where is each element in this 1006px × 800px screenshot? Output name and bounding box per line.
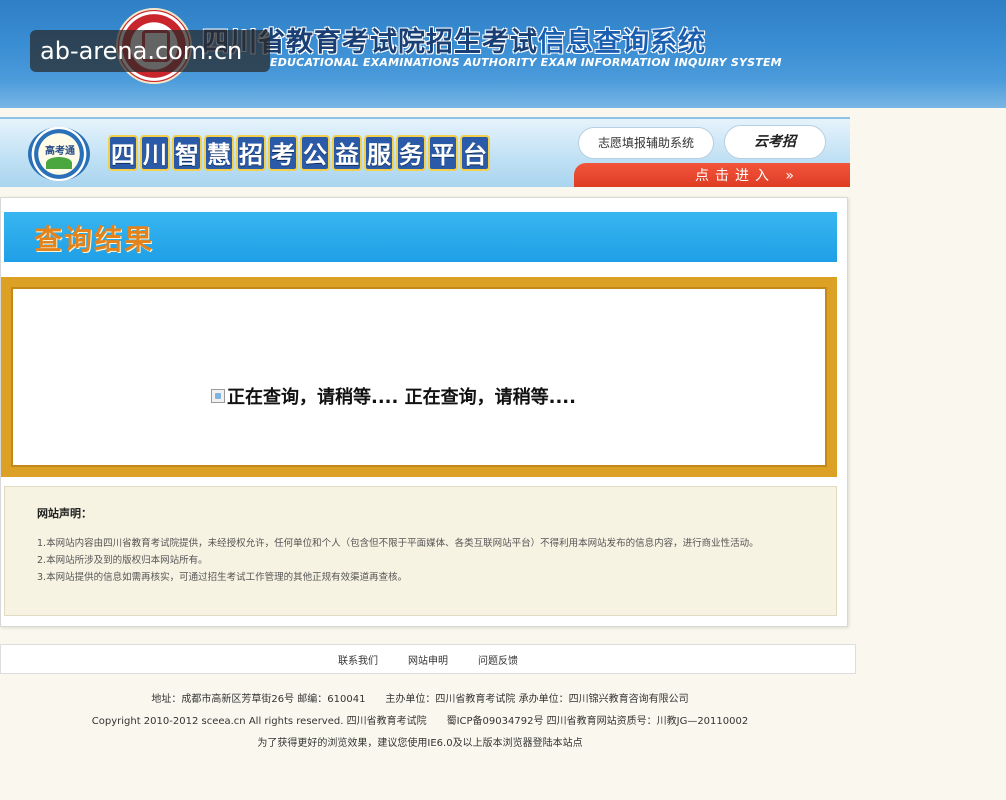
broken-image-icon — [211, 389, 225, 403]
disclaimer-line: 1.本网站内容由四川省教育考试院提供，未经授权允许，任何单位和个人（包含但不限于… — [37, 538, 759, 549]
yunkaozhao-button[interactable]: 云考招 — [724, 125, 826, 159]
disclaimer-title: 网站声明： — [37, 507, 92, 520]
site-title: 四川省教育考试院招生考试信息查询系统 — [202, 20, 706, 59]
footer-browser-note: 为了获得更好的浏览效果，建议您使用IE6.0及以上版本浏览器登陆本站点 — [257, 738, 583, 749]
volunteer-filling-button[interactable]: 志愿填报辅助系统 — [578, 127, 714, 159]
banner-title-char: 益 — [332, 135, 362, 171]
banner-title-char: 服 — [364, 135, 394, 171]
logo-text: 高考通 — [45, 146, 75, 157]
banner-title-char: 公 — [300, 135, 330, 171]
top-header: 四川省教育考试院招生考试信息查询系统 EDUCATIONAL EXAMINATI… — [0, 0, 1006, 108]
loading-message: 正在查询，请稍等.... 正在查询，请稍等.... — [211, 383, 576, 409]
result-box: 正在查询，请稍等.... 正在查询，请稍等.... — [1, 277, 837, 477]
loading-text: 正在查询，请稍等.... 正在查询，请稍等.... — [227, 387, 576, 408]
footer-nav: 联系我们 网站申明 问题反馈 — [0, 644, 856, 674]
banner-title-char: 川 — [140, 135, 170, 171]
click-enter-button[interactable]: 点击进入 » — [574, 163, 850, 187]
footer-copyright: Copyright 2010-2012 sceea.cn All rights … — [91, 716, 749, 727]
watermark-overlay: ab-arena.com.cn — [30, 30, 270, 72]
site-title-highlight: 信息查询系统 — [538, 27, 706, 58]
banner-title-char: 招 — [236, 135, 266, 171]
disclaimer-line: 2.本网站所涉及到的版权归本网站所有。 — [37, 555, 208, 566]
banner-title-char: 平 — [428, 135, 458, 171]
footer-link-statement[interactable]: 网站申明 — [408, 652, 448, 667]
service-platform-banner: 高考通 四 川 智 慧 招 考 公 益 服 务 平 台 志愿填报辅助系统 云考招… — [0, 117, 850, 187]
site-disclaimer: 网站声明： 1.本网站内容由四川省教育考试院提供，未经授权允许，任何单位和个人（… — [4, 486, 837, 616]
banner-title-char: 智 — [172, 135, 202, 171]
footer-link-contact[interactable]: 联系我们 — [338, 652, 378, 667]
gaokaotong-logo-icon: 高考通 — [28, 127, 90, 181]
footer-address: 地址：成都市高新区芳草街26号 邮编：610041 主办单位：四川省教育考试院 … — [151, 694, 689, 705]
banner-title-char: 考 — [268, 135, 298, 171]
disclaimer-line: 3.本网站提供的信息如需再核实，可通过招生考试工作管理的其他正规有效渠道再查核。 — [37, 572, 408, 583]
banner-title-char: 慧 — [204, 135, 234, 171]
banner-title-char: 四 — [108, 135, 138, 171]
footer-link-feedback[interactable]: 问题反馈 — [478, 652, 518, 667]
main-content-frame: 查询结果 正在查询，请稍等.... 正在查询，请稍等.... 网站声明： 1.本… — [0, 197, 848, 627]
site-subtitle: EDUCATIONAL EXAMINATIONS AUTHORITY EXAM … — [270, 56, 782, 69]
result-title: 查询结果 — [34, 223, 155, 256]
banner-title-char: 台 — [460, 135, 490, 171]
result-header-bar: 查询结果 — [4, 212, 837, 262]
banner-title-char: 务 — [396, 135, 426, 171]
banner-title: 四 川 智 慧 招 考 公 益 服 务 平 台 — [108, 135, 490, 173]
